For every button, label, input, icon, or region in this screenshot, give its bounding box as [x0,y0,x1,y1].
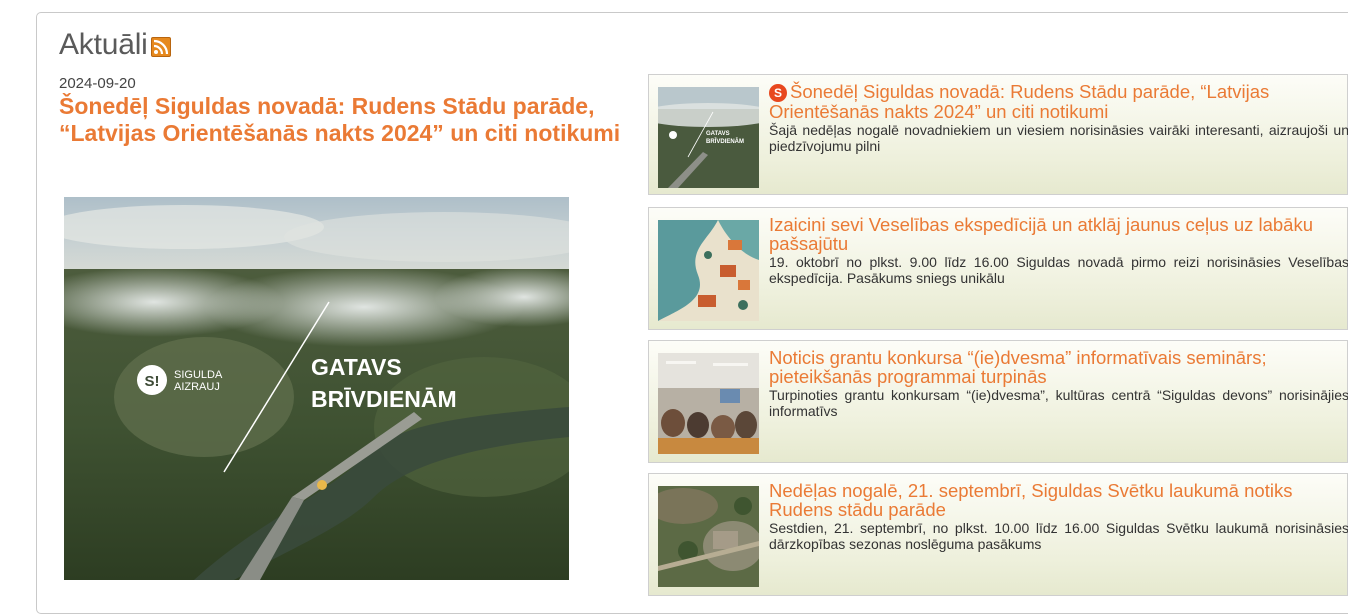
section-title: Aktuāli [59,28,171,62]
featured-date: 2024-09-20 [59,75,136,92]
svg-text:GATAVS: GATAVS [706,131,730,137]
news-thumbnail[interactable] [658,220,759,321]
news-summary: 19. oktobrī no plkst. 9.00 līdz 16.00 Si… [769,254,1348,286]
featured-image[interactable]: S! SIGULDA AIZRAUJ GATAVS BRĪVDIENĀM [64,197,569,580]
news-thumbnail[interactable] [658,486,759,587]
news-thumbnail[interactable] [658,353,759,454]
news-title[interactable]: Izaicini sevi Veselības ekspedīcijā un a… [769,215,1348,253]
logo-mark: S! [145,373,160,390]
headline-line2: BRĪVDIENĀM [311,386,457,412]
news-title-text[interactable]: Šonedēļ Siguldas novadā: Rudens Stādu pa… [769,81,1269,122]
news-summary: Turpinoties grantu konkursam “(ie)dvesma… [769,387,1348,419]
news-item[interactable]: Noticis grantu konkursa “(ie)dvesma” inf… [648,340,1348,463]
news-title[interactable]: S Šonedēļ Siguldas novadā: Rudens Stādu p… [769,82,1348,121]
news-title[interactable]: Nedēļas nogalē, 21. septembrī, Siguldas … [769,481,1348,519]
featured-title[interactable]: Šonedēļ Siguldas novadā: Rudens Stādu pa… [59,93,639,147]
logo-line1: SIGULDA [174,369,223,381]
news-item[interactable]: Izaicini sevi Veselības ekspedīcijā un a… [648,207,1348,330]
sigulda-badge-icon: S [769,84,787,102]
logo-line2: AIZRAUJ [174,381,220,393]
news-item[interactable]: GATAVS BRĪVDIENĀM S Šonedēļ Siguldas nova… [648,74,1348,195]
news-summary: Sestdien, 21. septembrī, no plkst. 10.00… [769,520,1348,552]
news-item[interactable]: Nedēļas nogalē, 21. septembrī, Siguldas … [648,473,1348,596]
news-title[interactable]: Noticis grantu konkursa “(ie)dvesma” inf… [769,348,1348,386]
headline-line1: GATAVS [311,354,402,380]
section-title-text: Aktuāli [59,28,148,61]
news-summary: Šajā nedēļas nogalē novadniekiem un vies… [769,122,1348,154]
rss-icon[interactable] [150,37,171,57]
svg-text:BRĪVDIENĀM: BRĪVDIENĀM [706,138,744,145]
news-thumbnail[interactable]: GATAVS BRĪVDIENĀM [658,87,759,188]
